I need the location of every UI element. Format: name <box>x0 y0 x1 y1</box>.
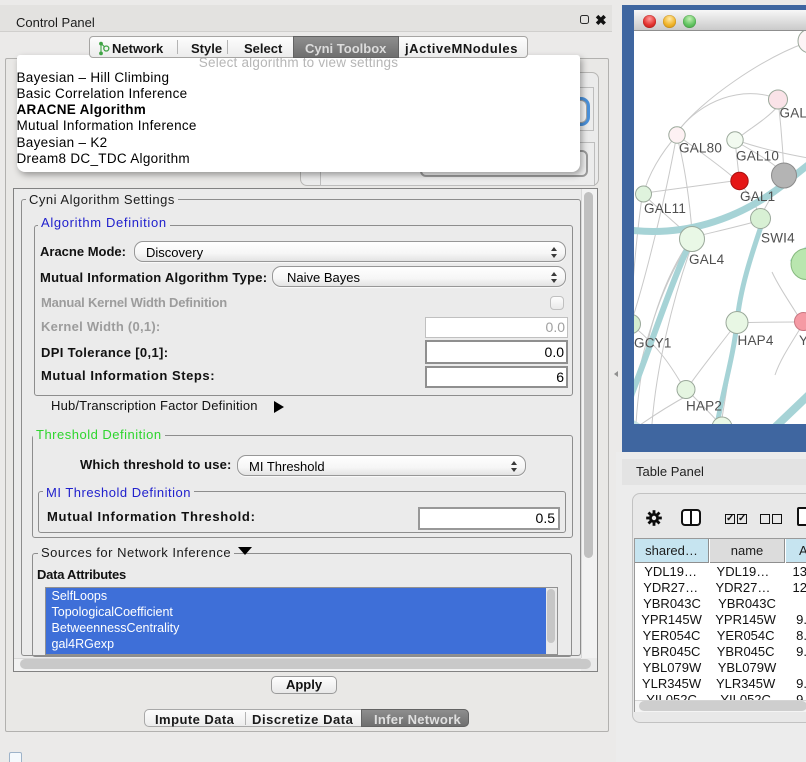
svg-text:GAL2: GAL2 <box>780 106 806 121</box>
svg-text:GAL1: GAL1 <box>740 189 775 204</box>
svg-text:YP: YP <box>799 333 806 348</box>
svg-text:HAP2: HAP2 <box>686 399 722 414</box>
svg-text:GAL4: GAL4 <box>689 252 725 267</box>
svg-text:GAL10: GAL10 <box>736 149 779 164</box>
svg-text:GCY1: GCY1 <box>634 336 672 351</box>
svg-text:GAL11: GAL11 <box>644 201 686 216</box>
svg-text:GAL80: GAL80 <box>679 141 722 156</box>
svg-text:HAP4: HAP4 <box>738 333 774 348</box>
svg-text:SWI4: SWI4 <box>761 231 795 246</box>
